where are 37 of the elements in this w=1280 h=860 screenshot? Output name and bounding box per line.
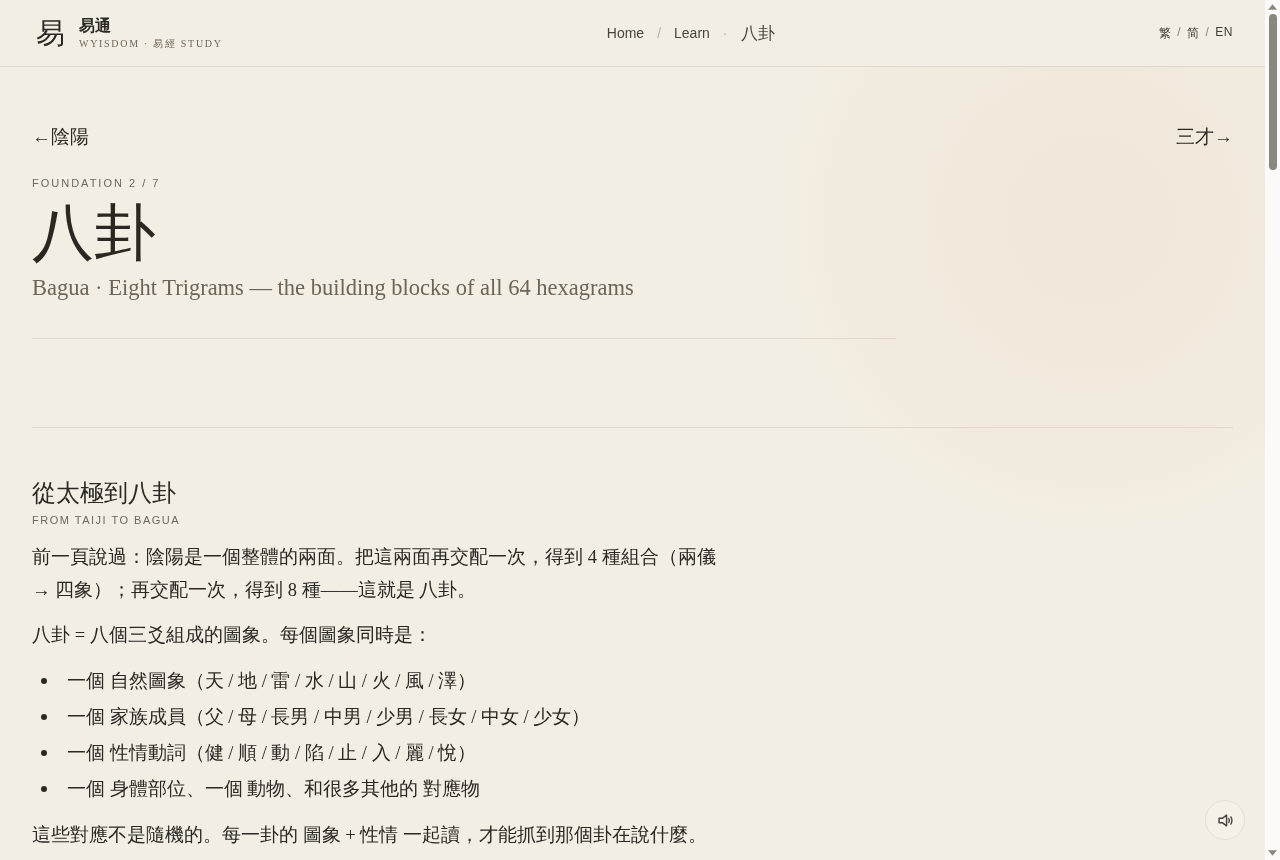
brand-tagline: WYISDOM · 易經 STUDY bbox=[79, 38, 223, 51]
section-heading: 從太極到八卦 bbox=[32, 478, 177, 508]
breadcrumb-separator: · bbox=[722, 25, 728, 41]
breadcrumb-link[interactable]: Home bbox=[606, 25, 645, 41]
list-item-text: 一個 自然圖象（天 / 地 / 雷 / 水 / 山 / 火 / 風 / 澤） bbox=[67, 670, 477, 694]
brand-name: 易通 bbox=[79, 15, 112, 36]
section-subheading: FROM TAIJI TO BAGUA bbox=[32, 513, 182, 526]
page-title: 八卦 bbox=[32, 199, 157, 267]
scroll-down-arrow-icon[interactable] bbox=[1268, 850, 1277, 856]
sound-button[interactable] bbox=[1205, 800, 1245, 840]
speaker-icon bbox=[1217, 813, 1233, 827]
breadcrumb-current: 八卦 bbox=[740, 22, 775, 45]
breadcrumb-separator: / bbox=[657, 25, 662, 41]
body-paragraph: 這些對應不是隨機的。每一卦的 圖象 + 性情 一起讀，才能抓到那個卦在說什麼。 bbox=[32, 823, 708, 847]
body-paragraph: 前一頁說過：陰陽是一個整體的兩面。把這兩面再交配一次，得到 4 種組合（兩儀 → 四象）；再交配一次，得到 8 種——這就是 八卦。 bbox=[32, 545, 717, 602]
scroll-up-arrow-icon[interactable] bbox=[1268, 4, 1277, 10]
next-page-link[interactable]: 三才→ bbox=[1176, 126, 1233, 149]
language-option[interactable]: 繁 bbox=[1158, 24, 1172, 42]
scrollbar[interactable] bbox=[1265, 0, 1280, 860]
language-option[interactable]: 简 bbox=[1187, 24, 1200, 42]
eyebrow-label: FOUNDATION 2 / 7 bbox=[32, 176, 162, 189]
bullet-dot-icon bbox=[41, 785, 47, 792]
language-separator: / bbox=[1205, 24, 1210, 41]
breadcrumb-link[interactable]: Learn bbox=[674, 25, 710, 41]
body-paragraph: 八卦 = 八個三爻組成的圖象。每個圖象同時是： bbox=[32, 623, 433, 647]
list-item-text: 一個 性情動詞（健 / 順 / 動 / 陷 / 止 / 入 / 麗 / 悅） bbox=[67, 742, 477, 766]
page-subtitle: Bagua · Eight Trigrams — the building blocks of all 64 hexagrams bbox=[32, 274, 635, 301]
scrollbar-thumb[interactable] bbox=[1268, 14, 1277, 170]
previous-page-link[interactable]: ←陰陽 bbox=[32, 126, 89, 149]
bullet-dot-icon bbox=[41, 749, 47, 756]
language-option[interactable]: EN bbox=[1215, 24, 1233, 42]
list-item-text: 一個 身體部位、一個 動物、和很多其他的 對應物 bbox=[67, 778, 480, 802]
logo-glyph[interactable]: 易 bbox=[36, 18, 65, 48]
bullet-dot-icon bbox=[41, 713, 47, 720]
bullet-dot-icon bbox=[41, 677, 47, 684]
list-item-text: 一個 家族成員（父 / 母 / 長男 / 中男 / 少男 / 長女 / 中女 / 少女） bbox=[67, 706, 591, 730]
language-separator: / bbox=[1177, 24, 1181, 41]
